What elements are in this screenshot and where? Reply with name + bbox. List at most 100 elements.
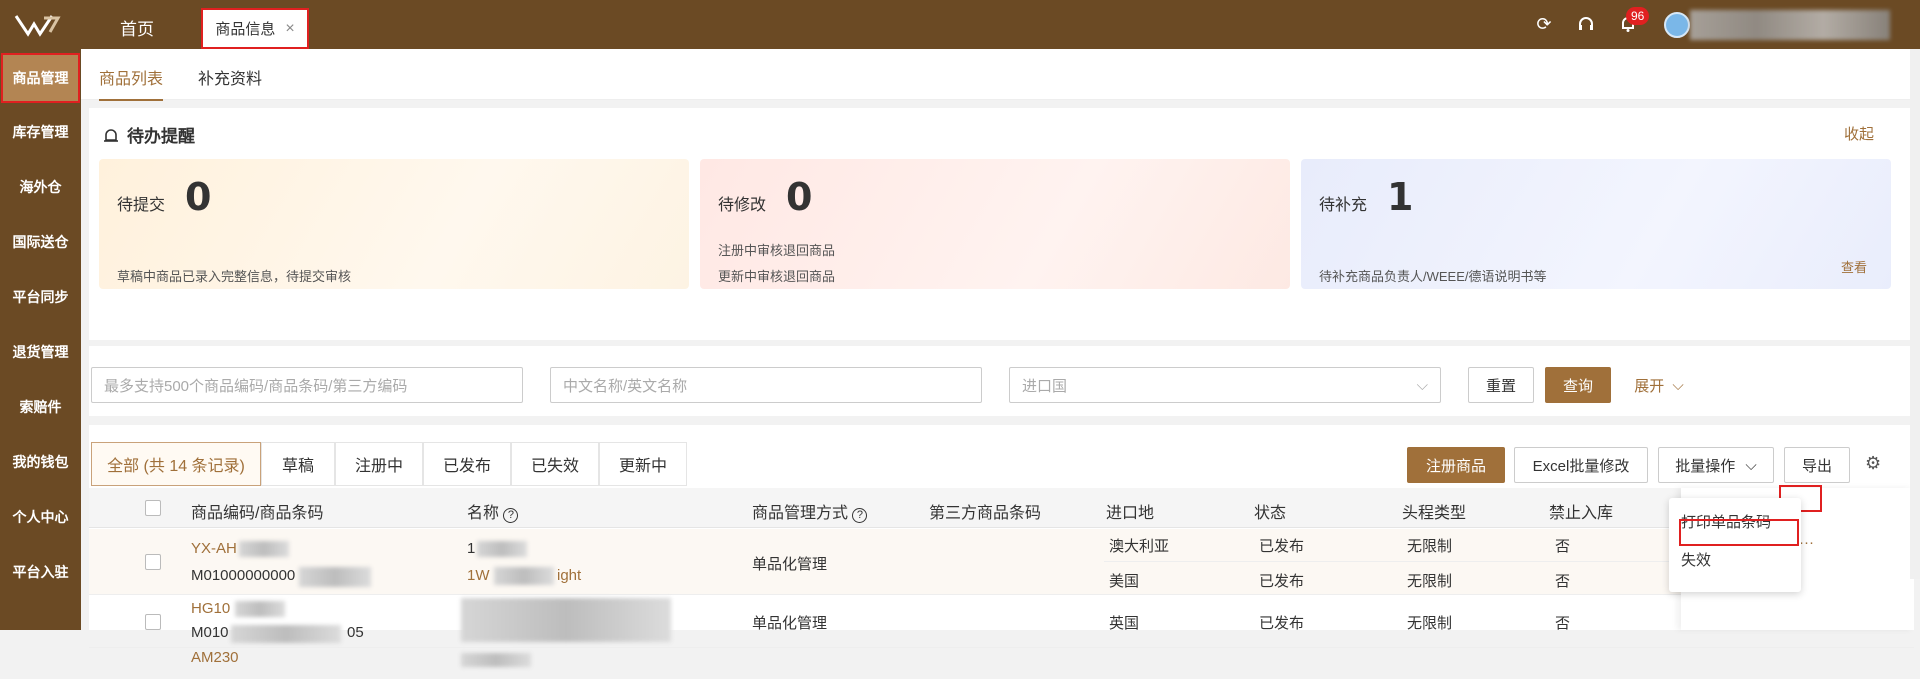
- card-desc: 草稿中商品已录入完整信息，待提交审核: [117, 269, 352, 284]
- menu-item-invalidate[interactable]: 失效: [1681, 549, 1711, 570]
- inbound-banned: 否: [1555, 538, 1571, 555]
- col-management-mode: 商品管理方式 ?: [752, 499, 868, 523]
- expand-button[interactable]: 展开 ⌵: [1619, 367, 1699, 403]
- row-checkbox[interactable]: [145, 554, 161, 570]
- import-country: 美国: [1109, 573, 1140, 590]
- logo-icon: [14, 15, 61, 37]
- status: 已发布: [1259, 573, 1305, 590]
- product-code[interactable]: HG10: [191, 600, 230, 617]
- export-button[interactable]: 导出: [1784, 447, 1850, 483]
- tab-product-list[interactable]: 商品列表: [99, 65, 164, 101]
- help-icon[interactable]: ?: [503, 508, 519, 523]
- todo-panel: 待办提醒 收起 待提交 0 草稿中商品已录入完整信息，待提交审核 待修改 0 注…: [89, 108, 1914, 340]
- card-desc: 待补充商品负责人/WEEE/德语说明书等: [1319, 269, 1547, 284]
- status-tab-registering[interactable]: 注册中: [335, 442, 423, 486]
- sidebar-item-onboarding[interactable]: 平台入驻: [0, 547, 81, 597]
- sidebar-item-inventory[interactable]: 库存管理: [0, 107, 81, 157]
- sidebar-item-wallet[interactable]: 我的钱包: [0, 437, 81, 487]
- register-product-button[interactable]: 注册商品: [1407, 447, 1505, 483]
- chevron-down-icon: ⌵: [1672, 376, 1684, 394]
- card-count: 0: [786, 175, 813, 219]
- blurred-text: [477, 541, 527, 557]
- country-select-placeholder: 进口国: [1022, 377, 1068, 395]
- refresh-icon[interactable]: ⟳: [1532, 12, 1556, 36]
- product-list: 全部 (共 14 条记录) 草稿 注册中 已发布 已失效 更新中 注册商品 Ex…: [89, 425, 1914, 667]
- blurred-text: [461, 598, 671, 642]
- card-label: 待补充: [1319, 197, 1368, 214]
- sidebar-item-product[interactable]: 商品管理: [1, 53, 80, 103]
- col-first-leg-type: 头程类型: [1402, 505, 1467, 522]
- expand-label: 展开: [1634, 377, 1665, 395]
- sidebar-item-returns[interactable]: 退货管理: [0, 327, 81, 377]
- select-all-checkbox[interactable]: [145, 500, 161, 516]
- chevron-down-icon: ⌵: [1416, 376, 1428, 394]
- status-tab-published[interactable]: 已发布: [423, 442, 511, 486]
- blurred-text: [299, 567, 371, 587]
- card-pending-modify[interactable]: 待修改 0 注册中审核退回商品 更新中审核退回商品: [700, 159, 1290, 289]
- product-code[interactable]: YX-AH: [191, 540, 237, 557]
- help-icon[interactable]: ?: [852, 508, 868, 523]
- sub-tabs: 商品列表 补充资料: [81, 49, 1920, 101]
- alarm-icon: [104, 128, 118, 142]
- card-pending-supplement[interactable]: 待补充 1 待补充商品负责人/WEEE/德语说明书等 查看: [1301, 159, 1891, 289]
- table-row[interactable]: AM230: [89, 649, 1914, 679]
- blurred-text: [239, 541, 289, 557]
- table-row[interactable]: HG10 M010 05 单品化管理 英国 已发布 无限制 否: [89, 596, 1914, 648]
- col-import-country: 进口地: [1106, 505, 1155, 522]
- todo-title-text: 待办提醒: [127, 127, 195, 146]
- excel-batch-edit-button[interactable]: Excel批量修改: [1514, 447, 1648, 483]
- divider: [1104, 561, 1674, 562]
- card-pending-submit[interactable]: 待提交 0 草稿中商品已录入完整信息，待提交审核: [99, 159, 689, 289]
- print-barcode-highlight: [1679, 519, 1799, 546]
- settings-gear-icon[interactable]: ⚙: [1865, 453, 1881, 474]
- avatar[interactable]: [1664, 12, 1690, 38]
- tab-supplement[interactable]: 补充资料: [198, 65, 262, 89]
- username-blurred[interactable]: [1690, 10, 1890, 40]
- query-button[interactable]: 查询: [1545, 367, 1611, 403]
- country-select[interactable]: 进口国 ⌵: [1009, 367, 1441, 403]
- table-row[interactable]: YX-AH M01000000000 1 1W ight 单品化管理 澳大利亚 …: [89, 529, 1914, 595]
- card-label: 待提交: [117, 197, 166, 214]
- sidebar-item-intl-delivery[interactable]: 国际送仓: [0, 217, 81, 267]
- todo-title: 待办提醒: [103, 122, 195, 147]
- sidebar-item-platform-sync[interactable]: 平台同步: [0, 272, 81, 322]
- status-tab-draft[interactable]: 草稿: [261, 442, 335, 486]
- product-name: 1: [467, 540, 476, 557]
- chevron-down-icon: ⌵: [1745, 456, 1757, 474]
- headset-icon[interactable]: [1574, 12, 1598, 36]
- collapse-link[interactable]: 收起: [1844, 123, 1874, 144]
- status-tab-updating[interactable]: 更新中: [599, 442, 687, 486]
- product-code[interactable]: AM230: [191, 649, 239, 666]
- more-options-button[interactable]: ···: [1799, 534, 1814, 551]
- blurred-text: [494, 567, 554, 585]
- tab-product-info-label: 商品信息: [215, 21, 276, 38]
- import-country: 澳大利亚: [1109, 538, 1170, 555]
- tab-home[interactable]: 首页: [120, 15, 154, 40]
- tab-product-info[interactable]: 商品信息 ×: [201, 8, 309, 49]
- reset-button[interactable]: 重置: [1468, 367, 1534, 403]
- view-link[interactable]: 查看: [1841, 257, 1867, 276]
- row-checkbox[interactable]: [145, 614, 161, 630]
- sidebar: 商品管理 库存管理 海外仓 国际送仓 平台同步 退货管理 索赔件 我的钱包 个人…: [0, 49, 81, 630]
- top-bar: 首页 商品信息 × ⟳ 96: [0, 0, 1920, 49]
- col-status: 状态: [1254, 505, 1287, 522]
- scrollbar[interactable]: [1910, 49, 1920, 579]
- card-desc: 注册中审核退回商品: [718, 243, 836, 258]
- col-name: 名称 ?: [467, 499, 519, 523]
- close-icon[interactable]: ×: [285, 20, 294, 38]
- first-leg-type: 无限制: [1407, 573, 1453, 590]
- batch-operation-button[interactable]: 批量操作 ⌵: [1658, 447, 1774, 483]
- management-mode: 单品化管理: [752, 556, 828, 573]
- status-tab-expired[interactable]: 已失效: [511, 442, 599, 486]
- col-third-party-barcode: 第三方商品条码: [929, 505, 1042, 522]
- sidebar-item-profile[interactable]: 个人中心: [0, 492, 81, 542]
- sidebar-item-overseas[interactable]: 海外仓: [0, 162, 81, 212]
- blurred-text: [231, 625, 341, 643]
- product-name-en[interactable]: 1W: [467, 567, 490, 584]
- code-search-input[interactable]: 最多支持500个商品编码/商品条码/第三方编码: [91, 367, 523, 403]
- name-search-input[interactable]: 中文名称/英文名称: [550, 367, 982, 403]
- card-label: 待修改: [718, 197, 767, 214]
- sidebar-item-claims[interactable]: 索赔件: [0, 382, 81, 432]
- table-header: 商品编码/商品条码 名称 ? 商品管理方式 ? 第三方商品条码 进口地 状态 头…: [89, 488, 1914, 528]
- status-tab-all[interactable]: 全部 (共 14 条记录): [91, 442, 261, 486]
